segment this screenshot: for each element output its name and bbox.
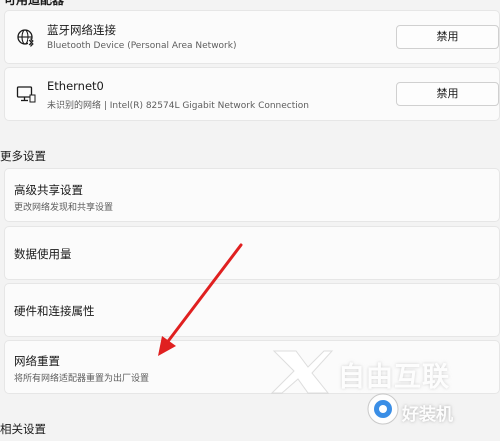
disable-button[interactable]: 禁用 — [396, 25, 499, 49]
setting-data-usage[interactable]: 数据使用量 — [4, 226, 500, 280]
setting-label: 数据使用量 — [14, 247, 72, 261]
disable-button[interactable]: 禁用 — [396, 82, 499, 106]
adapter-card-ethernet[interactable]: Ethernet0 未识别的网络 | Intel(R) 82574L Gigab… — [4, 67, 500, 121]
watermark-badge-icon — [367, 393, 399, 425]
adapter-description: Bluetooth Device (Personal Area Network) — [47, 41, 237, 51]
section-title-related-settings: 相关设置 — [0, 422, 46, 436]
ethernet-monitor-icon — [16, 84, 36, 104]
watermark-logo-icon — [270, 350, 334, 394]
adapter-name: Ethernet0 — [47, 79, 104, 93]
watermark-text: 自由互联 — [338, 362, 450, 393]
bluetooth-network-icon — [16, 27, 36, 48]
setting-label: 网络重置 — [14, 354, 60, 368]
setting-hardware-properties[interactable]: 硬件和连接属性 — [4, 283, 500, 337]
adapter-description: 未识别的网络 | Intel(R) 82574L Gigabit Network… — [47, 101, 309, 111]
section-title-more-settings: 更多设置 — [0, 149, 46, 163]
setting-description: 将所有网络适配器重置为出厂设置 — [14, 374, 150, 384]
setting-label: 硬件和连接属性 — [14, 304, 95, 318]
section-header-adapters: 可用适配器 — [4, 0, 65, 7]
adapter-card-bluetooth[interactable]: 蓝牙网络连接 Bluetooth Device (Personal Area N… — [4, 10, 500, 64]
watermark-badge-text: 好装机 — [402, 405, 453, 425]
adapter-name: 蓝牙网络连接 — [47, 23, 116, 37]
setting-advanced-sharing[interactable]: 高级共享设置 更改网络发现和共享设置 — [4, 168, 500, 222]
setting-label: 高级共享设置 — [14, 183, 83, 197]
setting-description: 更改网络发现和共享设置 — [14, 203, 114, 213]
